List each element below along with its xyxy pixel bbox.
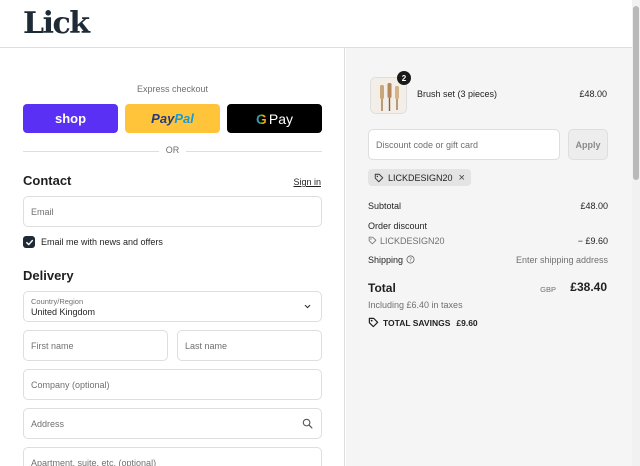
order-summary: 2 Brush set (3 pieces) £48.00 Discount c… — [346, 48, 640, 466]
first-name-placeholder: First name — [31, 340, 74, 351]
address-placeholder: Address — [31, 418, 65, 429]
discount-placeholder: Discount code or gift card — [376, 139, 479, 150]
remove-discount-icon[interactable]: × — [459, 172, 465, 184]
subtotal-value: £48.00 — [580, 201, 608, 211]
apply-discount-button[interactable]: Apply — [568, 129, 608, 160]
newsletter-checkbox[interactable] — [23, 236, 35, 248]
paypal-label-pal: Pal — [174, 111, 194, 126]
contact-title: Contact — [23, 173, 72, 188]
paypal-label-pay: Pay — [151, 111, 175, 126]
first-name-field[interactable]: First name — [23, 330, 168, 361]
shop-pay-button[interactable]: shop — [23, 104, 118, 133]
page-scrollbar[interactable] — [632, 0, 640, 466]
address-field[interactable]: Address — [23, 408, 322, 439]
delivery-title: Delivery — [23, 268, 74, 283]
company-field[interactable]: Company (optional) — [23, 369, 322, 400]
newsletter-option[interactable]: Email me with news and offers — [23, 236, 163, 248]
product-price: £48.00 — [579, 89, 607, 99]
discount-code-label: LICKDESIGN20 — [380, 236, 445, 246]
savings-value: £9.60 — [456, 317, 478, 328]
svg-text:?: ? — [409, 257, 412, 263]
or-divider: OR — [23, 145, 322, 157]
savings-tag-icon — [368, 317, 379, 328]
total-savings: TOTAL SAVINGS £9.60 — [368, 317, 478, 328]
discount-value: − £9.60 — [577, 236, 608, 246]
discount-code-input[interactable]: Discount code or gift card — [368, 129, 560, 160]
info-icon[interactable]: ? — [406, 255, 415, 264]
country-value: United Kingdom — [31, 307, 96, 317]
currency-code: GBP — [540, 285, 556, 294]
sign-in-link[interactable]: Sign in — [293, 177, 321, 187]
tag-icon — [368, 236, 377, 245]
last-name-field[interactable]: Last name — [177, 330, 322, 361]
apartment-field[interactable]: Apartment, suite, etc. (optional) — [23, 447, 322, 466]
order-discount-row: Order discount — [368, 221, 608, 231]
header: Lick — [0, 0, 640, 48]
apartment-placeholder: Apartment, suite, etc. (optional) — [31, 457, 157, 466]
applied-code-text: LICKDESIGN20 — [388, 172, 453, 183]
search-icon — [302, 418, 313, 429]
email-field[interactable]: Email — [23, 196, 322, 227]
country-label: Country/Region — [31, 297, 84, 306]
tax-note: Including £6.40 in taxes — [368, 300, 463, 310]
company-placeholder: Company (optional) — [31, 379, 110, 390]
shipping-label: Shipping — [368, 255, 404, 265]
store-logo[interactable]: Lick — [23, 6, 90, 41]
quantity-badge: 2 — [397, 71, 411, 85]
google-pay-button[interactable]: G Pay — [227, 104, 322, 133]
shipping-row: Shipping? Enter shipping address — [368, 255, 608, 265]
last-name-placeholder: Last name — [185, 340, 228, 351]
google-pay-label: Pay — [268, 110, 293, 127]
scrollbar-thumb[interactable] — [633, 6, 639, 180]
chevron-down-icon — [304, 304, 311, 309]
checkout-form: Express checkout shop Pay Pal G Pay OR Con… — [0, 48, 345, 466]
shipping-value: Enter shipping address — [515, 255, 608, 265]
savings-label: TOTAL SAVINGS — [383, 317, 451, 328]
product-name: Brush set (3 pieces) — [417, 89, 498, 99]
or-text: OR — [165, 145, 180, 155]
email-placeholder: Email — [31, 206, 54, 217]
newsletter-label: Email me with news and offers — [41, 237, 163, 247]
checkmark-icon — [25, 239, 33, 245]
express-checkout-label: Express checkout — [136, 84, 209, 94]
total-label: Total — [368, 281, 396, 295]
order-discount-label: Order discount — [368, 221, 428, 231]
country-select[interactable]: Country/Region United Kingdom — [23, 291, 322, 322]
tag-icon — [374, 173, 384, 182]
google-g-icon: G — [255, 110, 267, 127]
subtotal-row: Subtotal £48.00 — [368, 201, 608, 211]
paypal-button[interactable]: Pay Pal — [125, 104, 220, 133]
applied-discount-chip: LICKDESIGN20 × — [368, 169, 471, 186]
subtotal-label: Subtotal — [368, 201, 402, 211]
shop-pay-label: shop — [54, 111, 87, 126]
discount-code-row: LICKDESIGN20 − £9.60 — [368, 236, 608, 246]
total-value: £38.40 — [570, 280, 607, 294]
